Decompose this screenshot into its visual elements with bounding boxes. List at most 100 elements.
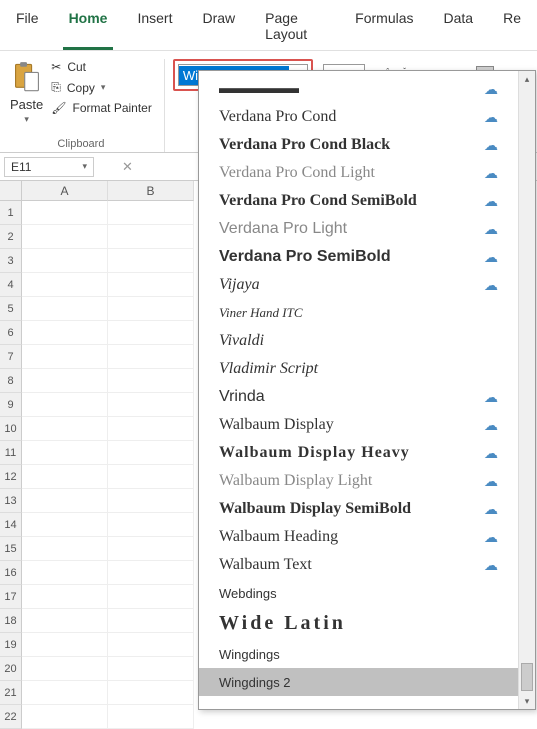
cell[interactable] [22, 249, 108, 273]
font-option[interactable]: Wide Latin [199, 607, 518, 640]
cell[interactable] [22, 513, 108, 537]
cell[interactable] [22, 537, 108, 561]
select-all-corner[interactable] [0, 181, 22, 201]
cell[interactable] [108, 225, 194, 249]
row-header[interactable]: 17 [0, 585, 22, 609]
cell[interactable] [22, 393, 108, 417]
font-option[interactable]: Verdana Pro Cond☁ [199, 103, 518, 131]
row-header[interactable]: 8 [0, 369, 22, 393]
cell[interactable] [108, 465, 194, 489]
cell[interactable] [108, 393, 194, 417]
cell[interactable] [108, 609, 194, 633]
cut-button[interactable]: ✂ Cut [51, 59, 152, 75]
cell[interactable] [108, 369, 194, 393]
tab-page-layout[interactable]: Page Layout [259, 6, 331, 50]
cell[interactable] [22, 441, 108, 465]
font-option[interactable]: Vivaldi [199, 327, 518, 355]
row-header[interactable]: 16 [0, 561, 22, 585]
cell[interactable] [22, 201, 108, 225]
font-option[interactable]: Webdings [199, 579, 518, 607]
font-option[interactable]: Verdana Pro Cond SemiBold☁ [199, 187, 518, 215]
row-header[interactable]: 14 [0, 513, 22, 537]
row-header[interactable]: 9 [0, 393, 22, 417]
dropdown-scrollbar[interactable]: ▴ ▾ [518, 71, 535, 709]
font-option[interactable]: Walbaum Display Light☁ [199, 467, 518, 495]
cell[interactable] [108, 537, 194, 561]
cell[interactable] [22, 345, 108, 369]
cell[interactable] [108, 513, 194, 537]
cell[interactable] [22, 609, 108, 633]
cell[interactable] [108, 681, 194, 705]
cell[interactable] [22, 681, 108, 705]
cell[interactable] [108, 345, 194, 369]
font-option[interactable]: Viner Hand ITC [199, 299, 518, 327]
cell[interactable] [108, 561, 194, 585]
cell[interactable] [22, 465, 108, 489]
tab-insert[interactable]: Insert [131, 6, 178, 50]
font-option[interactable]: Wingdings [199, 640, 518, 668]
cell[interactable] [22, 633, 108, 657]
row-header[interactable]: 7 [0, 345, 22, 369]
row-header[interactable]: 12 [0, 465, 22, 489]
name-box[interactable]: E11 ▾ [4, 157, 94, 177]
column-header[interactable]: B [108, 181, 194, 201]
row-header[interactable]: 11 [0, 441, 22, 465]
cell[interactable] [108, 417, 194, 441]
font-option[interactable]: Walbaum Display☁ [199, 411, 518, 439]
row-header[interactable]: 15 [0, 537, 22, 561]
tab-data[interactable]: Data [438, 6, 480, 50]
cell[interactable] [22, 273, 108, 297]
cell[interactable] [108, 273, 194, 297]
cell[interactable] [22, 369, 108, 393]
row-header[interactable]: 4 [0, 273, 22, 297]
font-option[interactable]: Vladimir Script [199, 355, 518, 383]
row-header[interactable]: 19 [0, 633, 22, 657]
row-header[interactable]: 21 [0, 681, 22, 705]
cell[interactable] [108, 489, 194, 513]
cell[interactable] [22, 321, 108, 345]
cell[interactable] [22, 225, 108, 249]
chevron-down-icon[interactable]: ▾ [82, 161, 87, 172]
tab-formulas[interactable]: Formulas [349, 6, 419, 50]
font-option[interactable]: Walbaum Text☁ [199, 551, 518, 579]
cell[interactable] [108, 249, 194, 273]
font-option[interactable]: Verdana Pro Cond Light☁ [199, 159, 518, 187]
font-option[interactable]: Walbaum Display SemiBold☁ [199, 495, 518, 523]
row-header[interactable]: 1 [0, 201, 22, 225]
paste-button[interactable]: Paste ▾ [10, 59, 43, 125]
copy-button[interactable]: ⎘ Copy ▾ [51, 79, 152, 96]
cell[interactable] [22, 657, 108, 681]
font-option[interactable]: Vrinda☁ [199, 383, 518, 411]
cell[interactable] [22, 417, 108, 441]
cell[interactable] [22, 561, 108, 585]
cell[interactable] [22, 585, 108, 609]
row-header[interactable]: 10 [0, 417, 22, 441]
row-header[interactable]: 13 [0, 489, 22, 513]
cell[interactable] [108, 441, 194, 465]
format-painter-button[interactable]: 🖌 Format Painter [51, 100, 152, 116]
cell[interactable] [108, 321, 194, 345]
scroll-down-button[interactable]: ▾ [519, 693, 535, 709]
tab-file[interactable]: File [10, 6, 45, 50]
font-option[interactable]: Verdana Pro Cond Black☁ [199, 131, 518, 159]
font-option[interactable]: Wingdings 2 [199, 668, 518, 696]
font-option[interactable]: Walbaum Heading☁ [199, 523, 518, 551]
cell[interactable] [108, 633, 194, 657]
scroll-up-button[interactable]: ▴ [519, 71, 535, 87]
row-header[interactable]: 22 [0, 705, 22, 729]
row-header[interactable]: 20 [0, 657, 22, 681]
column-header[interactable]: A [22, 181, 108, 201]
font-option[interactable]: Vijaya☁ [199, 271, 518, 299]
font-option[interactable]: Verdana Pro SemiBold☁ [199, 243, 518, 271]
cell[interactable] [22, 705, 108, 729]
cell[interactable] [22, 297, 108, 321]
font-option[interactable]: Walbaum Display Heavy☁ [199, 439, 518, 467]
cell[interactable] [108, 585, 194, 609]
cell[interactable] [108, 705, 194, 729]
cell[interactable] [108, 201, 194, 225]
cell[interactable] [108, 657, 194, 681]
row-header[interactable]: 3 [0, 249, 22, 273]
cell[interactable] [22, 489, 108, 513]
scroll-thumb[interactable] [521, 663, 533, 691]
tab-re[interactable]: Re [497, 6, 527, 50]
